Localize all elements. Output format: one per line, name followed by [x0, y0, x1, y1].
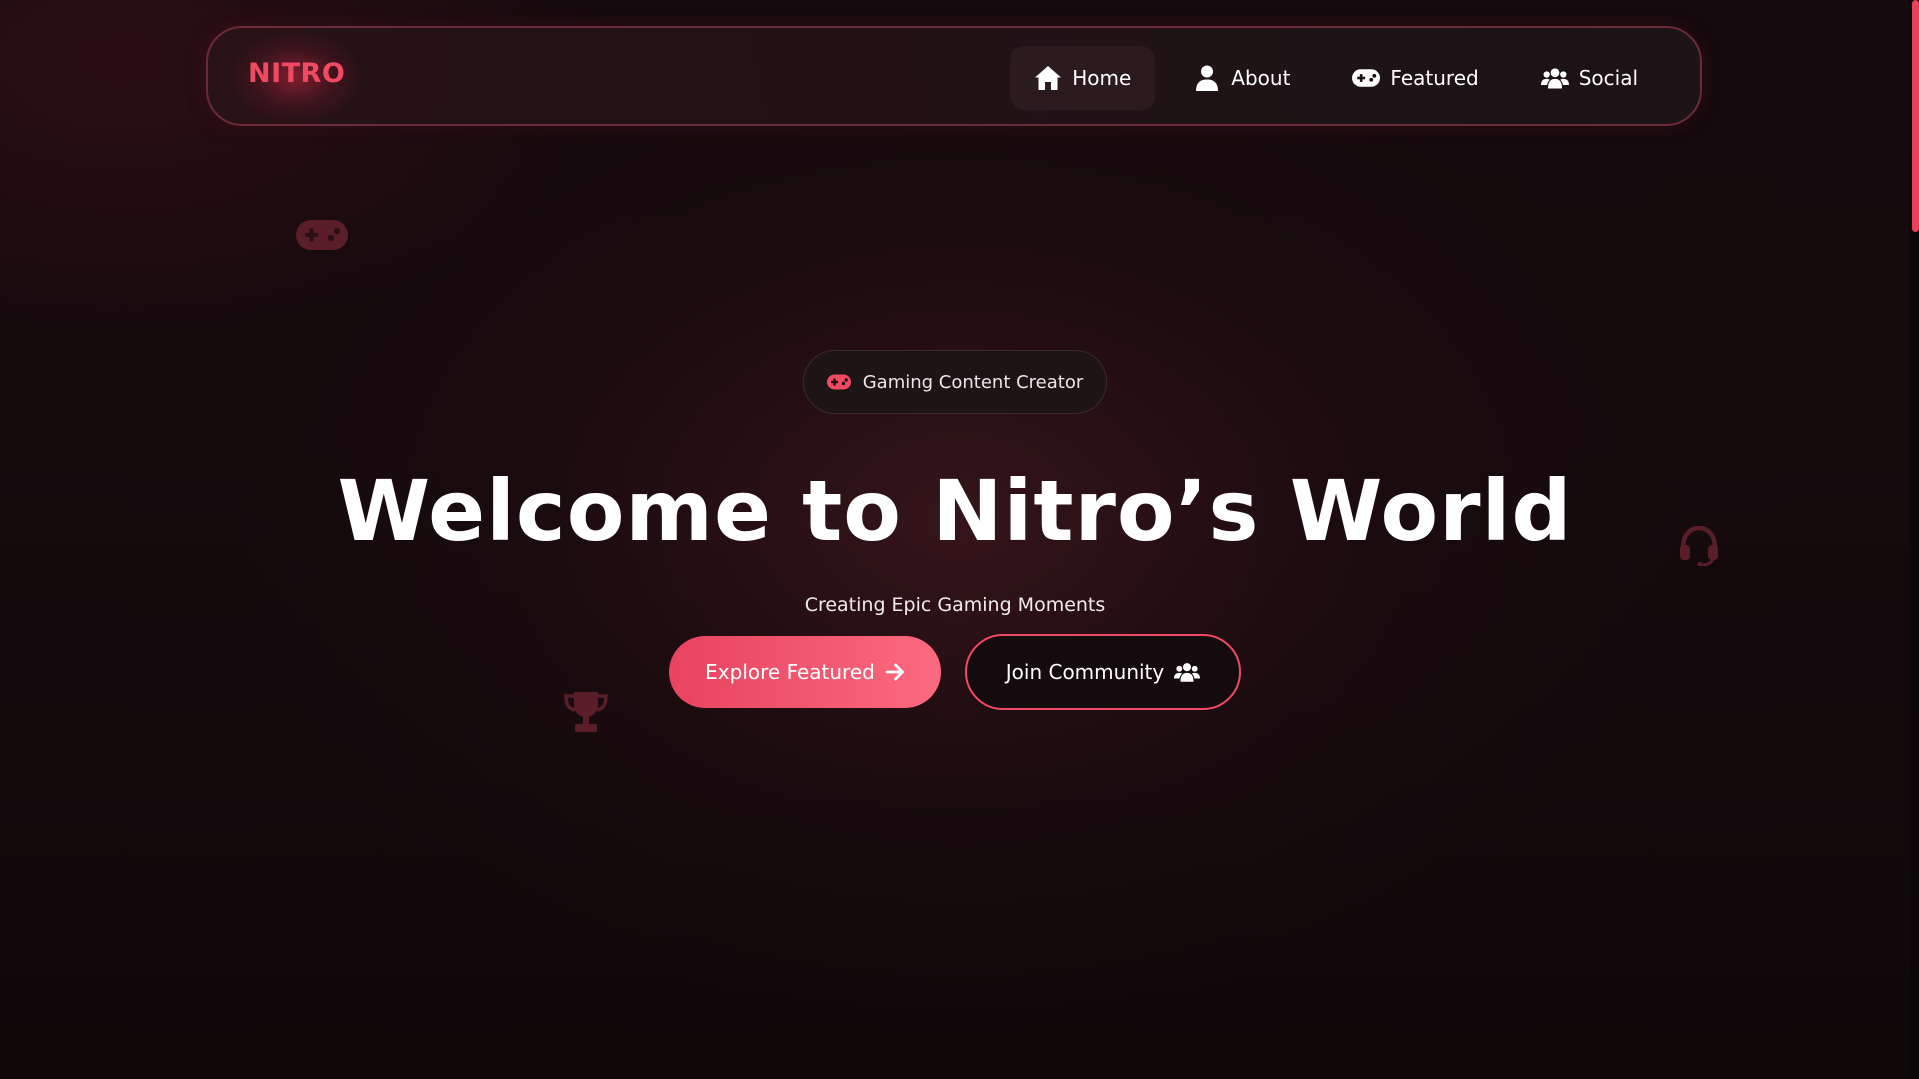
nav-item-label: Social	[1578, 66, 1638, 90]
users-icon	[1540, 64, 1569, 92]
button-label: Explore Featured	[705, 660, 875, 684]
nav-menu: Home About Featured Social	[1010, 46, 1662, 110]
users-icon	[1174, 662, 1201, 682]
user-icon	[1193, 64, 1221, 92]
nav-item-label: Featured	[1390, 66, 1479, 90]
nav-item-home[interactable]: Home	[1010, 46, 1156, 110]
scrollbar[interactable]	[1910, 0, 1919, 1079]
gamepad-icon	[826, 374, 851, 390]
nav-item-label: Home	[1072, 66, 1132, 90]
gamepad-icon	[1352, 64, 1381, 92]
home-icon	[1034, 64, 1062, 92]
creator-badge: Gaming Content Creator	[803, 350, 1107, 414]
gamepad-icon	[296, 218, 348, 256]
explore-featured-button[interactable]: Explore Featured	[669, 636, 941, 708]
badge-label: Gaming Content Creator	[862, 371, 1084, 393]
button-label: Join Community	[1005, 660, 1165, 684]
nav-item-featured[interactable]: Featured	[1328, 46, 1502, 110]
arrow-right-icon	[885, 663, 905, 681]
page: NITRO Home About Featured Social Gaming …	[0, 0, 1919, 1079]
join-community-button[interactable]: Join Community	[965, 634, 1241, 710]
navbar: NITRO Home About Featured Social	[206, 26, 1702, 126]
nav-item-label: About	[1231, 66, 1291, 90]
hero-title: Welcome to Nitro’s World	[337, 462, 1573, 560]
logo[interactable]: NITRO	[248, 58, 345, 89]
nav-item-social[interactable]: Social	[1517, 46, 1662, 110]
hero-subtitle: Creating Epic Gaming Moments	[804, 594, 1106, 616]
trophy-icon	[562, 690, 610, 738]
nav-item-about[interactable]: About	[1169, 46, 1314, 110]
scrollbar-thumb[interactable]	[1912, 0, 1919, 232]
